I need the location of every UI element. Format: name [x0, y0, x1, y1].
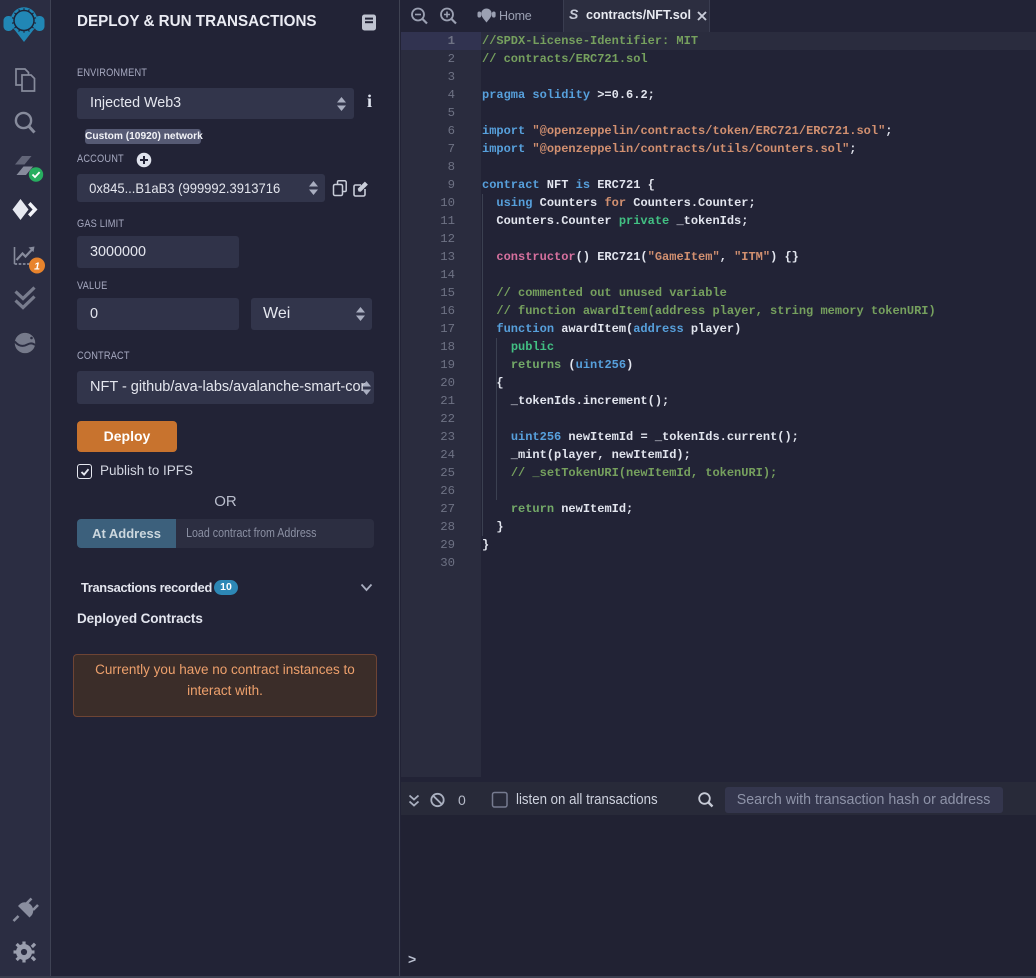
svg-text:1: 1 — [34, 261, 40, 273]
